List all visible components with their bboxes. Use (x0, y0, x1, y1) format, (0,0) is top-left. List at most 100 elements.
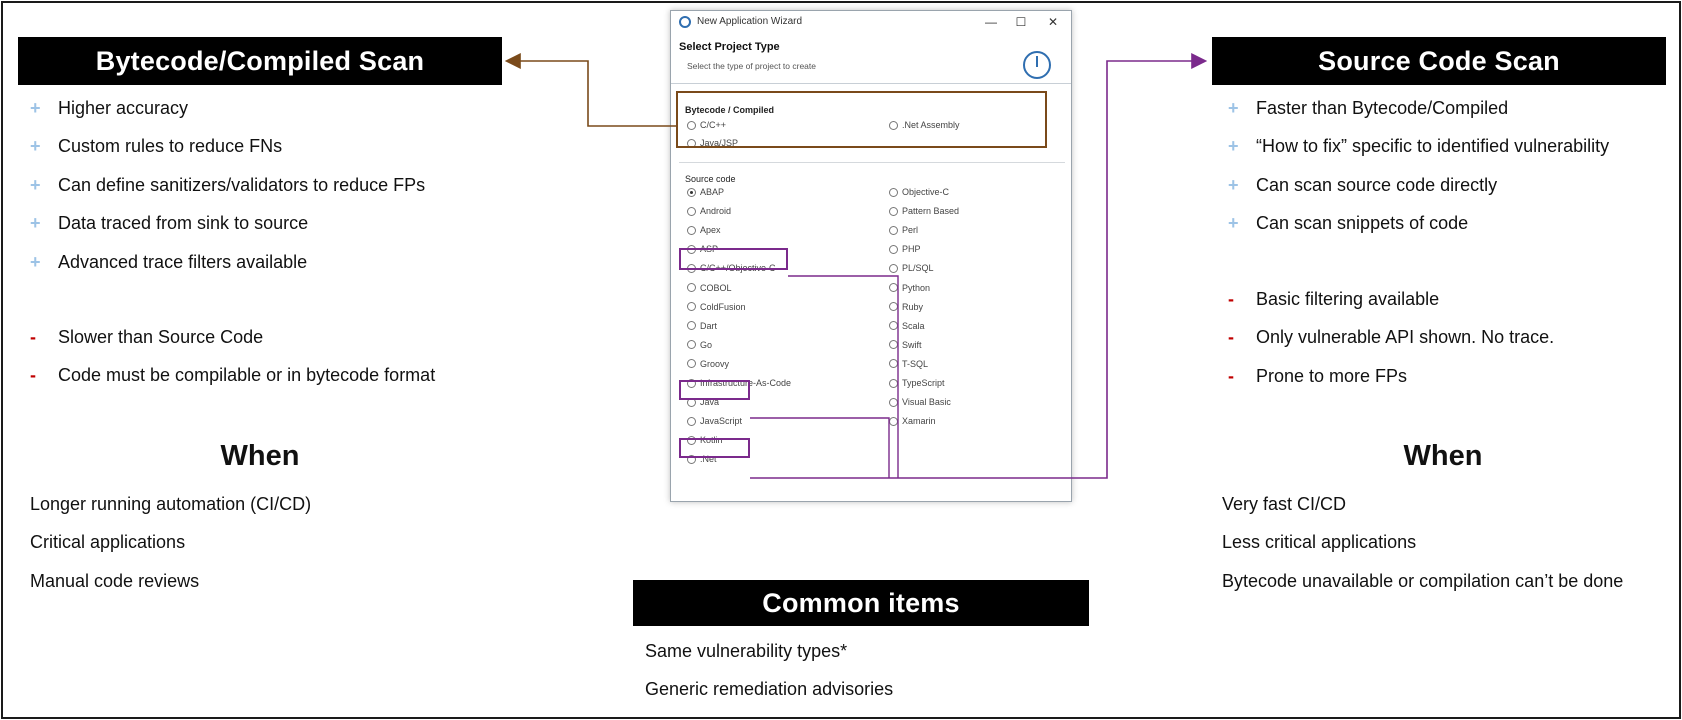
plus-marker: + (1228, 174, 1239, 195)
radio-icon[interactable] (687, 321, 696, 331)
app-icon (679, 16, 691, 28)
wizard-header-subtitle: Select the type of project to create (687, 61, 816, 71)
radio-option[interactable]: Apex (687, 225, 721, 235)
radio-icon[interactable] (687, 187, 696, 197)
pro-text: Can scan source code directly (1256, 174, 1498, 195)
list-item: + Can scan source code directly (1228, 166, 1609, 205)
radio-icon[interactable] (889, 244, 898, 254)
radio-icon[interactable] (889, 397, 898, 407)
common-items-banner: Common items (633, 580, 1089, 626)
minus-marker: - (30, 365, 36, 386)
radio-icon[interactable] (889, 416, 898, 426)
radio-label: Apex (700, 225, 721, 236)
radio-label: Swift (902, 339, 922, 350)
list-item: + Custom rules to reduce FNs (30, 128, 425, 167)
pro-text: Can define sanitizers/validators to redu… (58, 174, 426, 195)
source-when-list: Very fast CI/CD Less critical applicatio… (1222, 485, 1623, 601)
list-item: Same vulnerability types* (645, 640, 848, 661)
list-item: + Higher accuracy (30, 89, 425, 128)
radio-label: TypeScript (902, 378, 945, 388)
radio-icon[interactable] (687, 283, 696, 292)
radio-icon[interactable] (889, 302, 898, 312)
radio-icon[interactable] (687, 206, 696, 216)
radio-label: Scala (902, 320, 925, 331)
radio-option[interactable]: Objective-C (889, 187, 949, 197)
radio-option[interactable]: JavaScript (687, 416, 742, 426)
radio-option[interactable]: ABAP (687, 187, 724, 197)
list-item: + Advanced trace filters available (30, 243, 425, 282)
radio-option[interactable]: Android (687, 206, 731, 216)
radio-icon[interactable] (889, 359, 898, 369)
header-divider (671, 83, 1071, 84)
radio-option[interactable]: ColdFusion (687, 302, 746, 312)
close-button[interactable]: ✕ (1041, 13, 1065, 31)
pro-text: Custom rules to reduce FNs (58, 136, 283, 157)
radio-icon[interactable] (889, 263, 898, 273)
radio-icon[interactable] (687, 359, 696, 369)
radio-option[interactable]: COBOL (687, 283, 732, 293)
radio-option[interactable]: Go (687, 340, 712, 350)
radio-icon[interactable] (687, 302, 696, 312)
source-pros-list: + Faster than Bytecode/Compiled + “How to … (1228, 89, 1609, 243)
maximize-button[interactable]: ☐ (1009, 13, 1033, 31)
plus-marker: + (1228, 136, 1239, 157)
pro-text: Data traced from sink to source (58, 213, 309, 234)
radio-icon[interactable] (889, 378, 898, 388)
plus-marker: + (1228, 97, 1239, 118)
plus-marker: + (1228, 213, 1239, 234)
radio-label: Visual Basic (902, 397, 951, 408)
radio-option[interactable]: Dart (687, 321, 717, 331)
net-highlight-box (679, 438, 750, 458)
radio-icon[interactable] (687, 340, 696, 350)
radio-option[interactable]: T-SQL (889, 359, 928, 369)
radio-option[interactable]: PHP (889, 244, 921, 254)
list-item: + Data traced from sink to source (30, 205, 425, 244)
radio-option[interactable]: Ruby (889, 302, 923, 312)
list-item: Very fast CI/CD (1222, 493, 1347, 514)
radio-label: Groovy (700, 358, 730, 369)
radio-icon[interactable] (687, 225, 696, 235)
radio-option[interactable]: Visual Basic (889, 397, 951, 407)
common-items-list: Same vulnerability types* Generic remedi… (645, 632, 893, 709)
bytecode-when-list: Longer running automation (CI/CD) Critic… (30, 485, 311, 601)
radio-label: T-SQL (902, 358, 929, 369)
radio-option[interactable]: PL/SQL (889, 263, 934, 273)
radio-label: ABAP (700, 187, 725, 197)
radio-icon[interactable] (889, 283, 898, 292)
list-item: + Faster than Bytecode/Compiled (1228, 89, 1609, 128)
radio-label: Perl (902, 225, 919, 236)
radio-icon[interactable] (889, 187, 898, 197)
radio-label: Android (700, 206, 732, 217)
radio-label: Objective-C (902, 187, 950, 197)
pro-text: Can scan snippets of code (1256, 213, 1469, 234)
bytecode-scan-banner: Bytecode/Compiled Scan (18, 37, 502, 85)
radio-label: Dart (700, 320, 718, 331)
radio-option[interactable]: Groovy (687, 359, 729, 369)
bytecode-pros-list: + Higher accuracy + Custom rules to reduce… (30, 89, 425, 282)
minus-marker: - (30, 326, 36, 347)
list-item: - Basic filtering available (1228, 280, 1554, 319)
radio-option[interactable]: Pattern Based (889, 206, 959, 216)
dialog-title: New Application Wizard (697, 16, 803, 27)
bytecode-highlight-box (676, 91, 1047, 148)
radio-icon[interactable] (687, 416, 696, 426)
radio-option[interactable]: TypeScript (889, 378, 945, 388)
radio-option[interactable]: Xamarin (889, 416, 936, 426)
radio-label: Pattern Based (902, 206, 960, 217)
plus-marker: + (30, 213, 41, 234)
list-item: - Only vulnerable API shown. No trace. (1228, 319, 1554, 358)
radio-icon[interactable] (889, 321, 898, 331)
java-highlight-box (679, 380, 750, 400)
radio-option[interactable]: Scala (889, 321, 925, 331)
radio-option[interactable]: Swift (889, 340, 922, 350)
radio-icon[interactable] (889, 340, 898, 350)
radio-option[interactable]: Python (889, 283, 930, 293)
radio-option[interactable]: Perl (889, 225, 918, 235)
source-scan-banner: Source Code Scan (1212, 37, 1666, 85)
radio-icon[interactable] (889, 206, 898, 216)
radio-icon[interactable] (889, 225, 898, 235)
minimize-button[interactable]: — (979, 13, 1003, 31)
source-when-heading: When (1403, 440, 1483, 472)
list-item: + Can scan snippets of code (1228, 205, 1609, 244)
list-item: Critical applications (30, 532, 186, 553)
